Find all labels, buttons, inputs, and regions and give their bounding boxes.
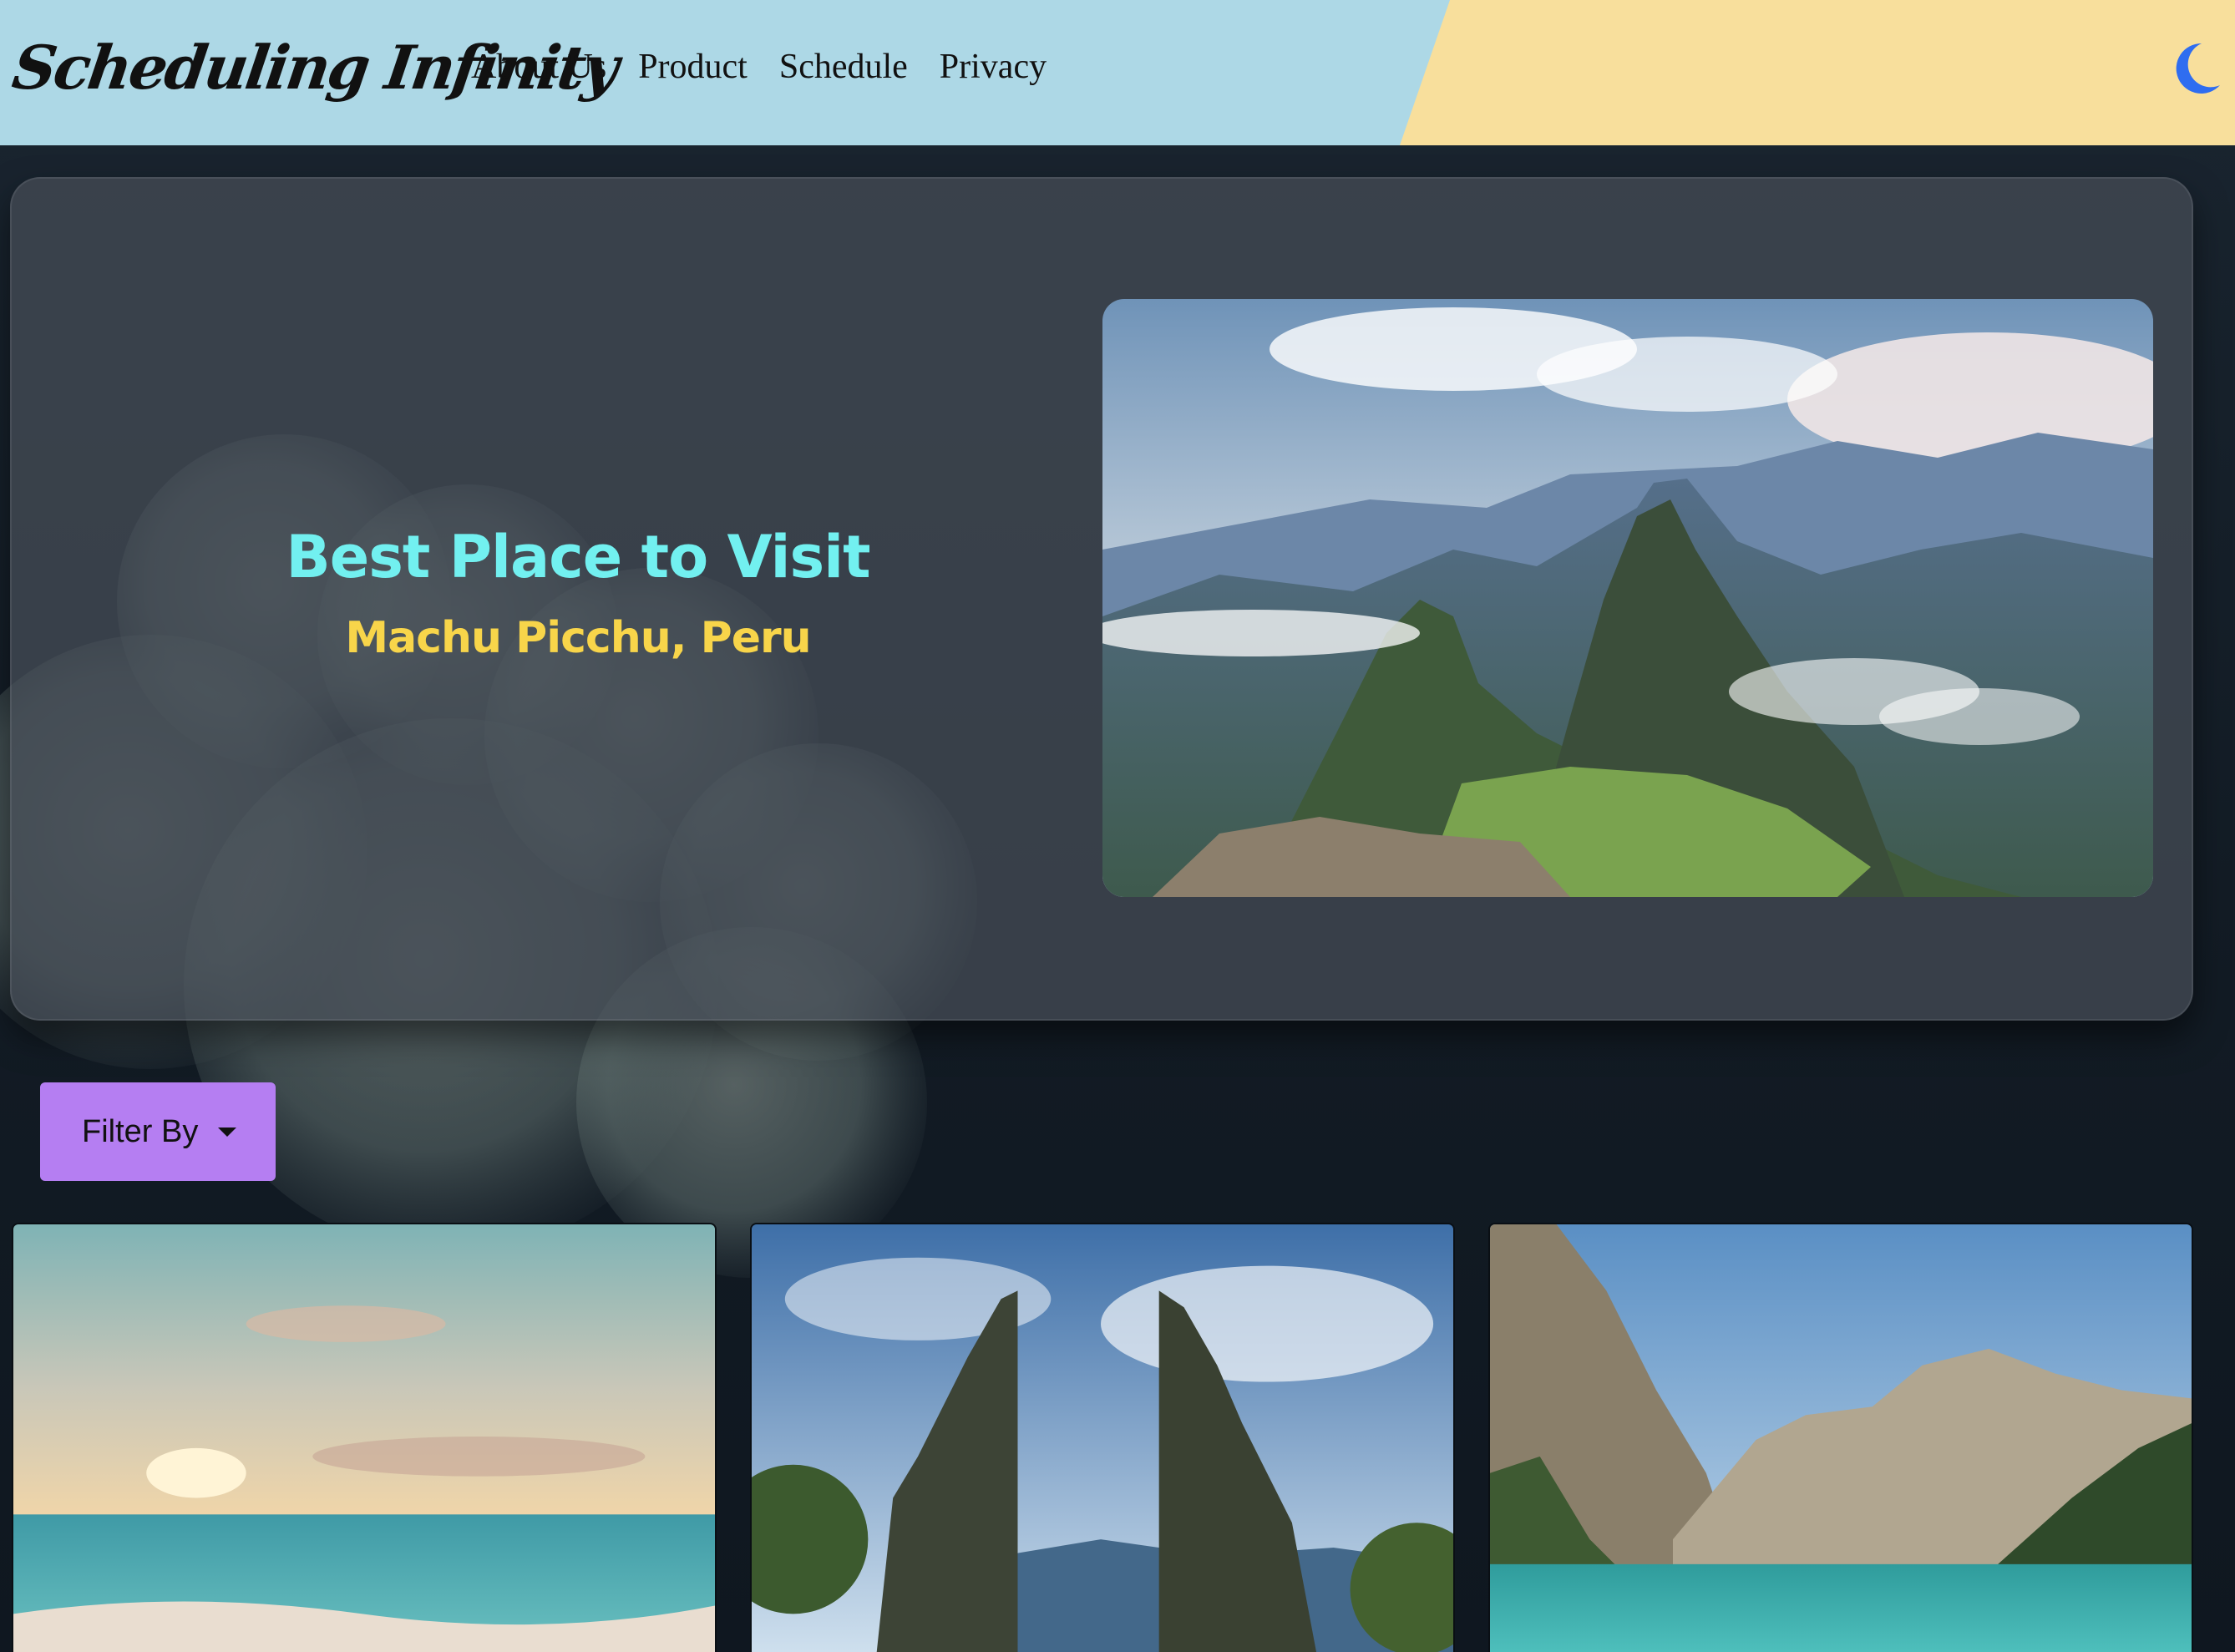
nav-link-product[interactable]: Product <box>638 47 748 87</box>
filter-by-label: Filter By <box>82 1113 199 1149</box>
machu-picchu-photo <box>1102 299 2153 897</box>
destination-card-lake[interactable] <box>1488 1223 2193 1652</box>
navbar-accent-panel <box>1400 0 2235 145</box>
destination-card-temple[interactable] <box>750 1223 1455 1652</box>
nav-link-about-us[interactable]: About Us <box>471 47 606 87</box>
destination-card-beach[interactable] <box>12 1223 717 1652</box>
nav-links: About Us Product Schedule Privacy <box>471 47 1047 87</box>
nav-link-schedule[interactable]: Schedule <box>779 47 908 87</box>
hero-title: Best Place to Visit <box>286 523 870 591</box>
caret-down-icon <box>218 1127 237 1137</box>
moon-icon[interactable] <box>2168 40 2222 97</box>
filter-by-dropdown-button[interactable]: Filter By <box>40 1082 276 1181</box>
bali-temple-gate-photo <box>752 1224 1453 1652</box>
nav-link-privacy[interactable]: Privacy <box>940 47 1047 87</box>
mountain-lake-photo <box>1490 1224 2192 1652</box>
top-navbar: Scheduling Infinity About Us Product Sch… <box>0 0 2235 145</box>
hero-card: Best Place to Visit Machu Picchu, Peru <box>10 177 2193 1021</box>
beach-sunset-photo <box>13 1224 715 1652</box>
hero-subtitle: Machu Picchu, Peru <box>345 613 811 663</box>
